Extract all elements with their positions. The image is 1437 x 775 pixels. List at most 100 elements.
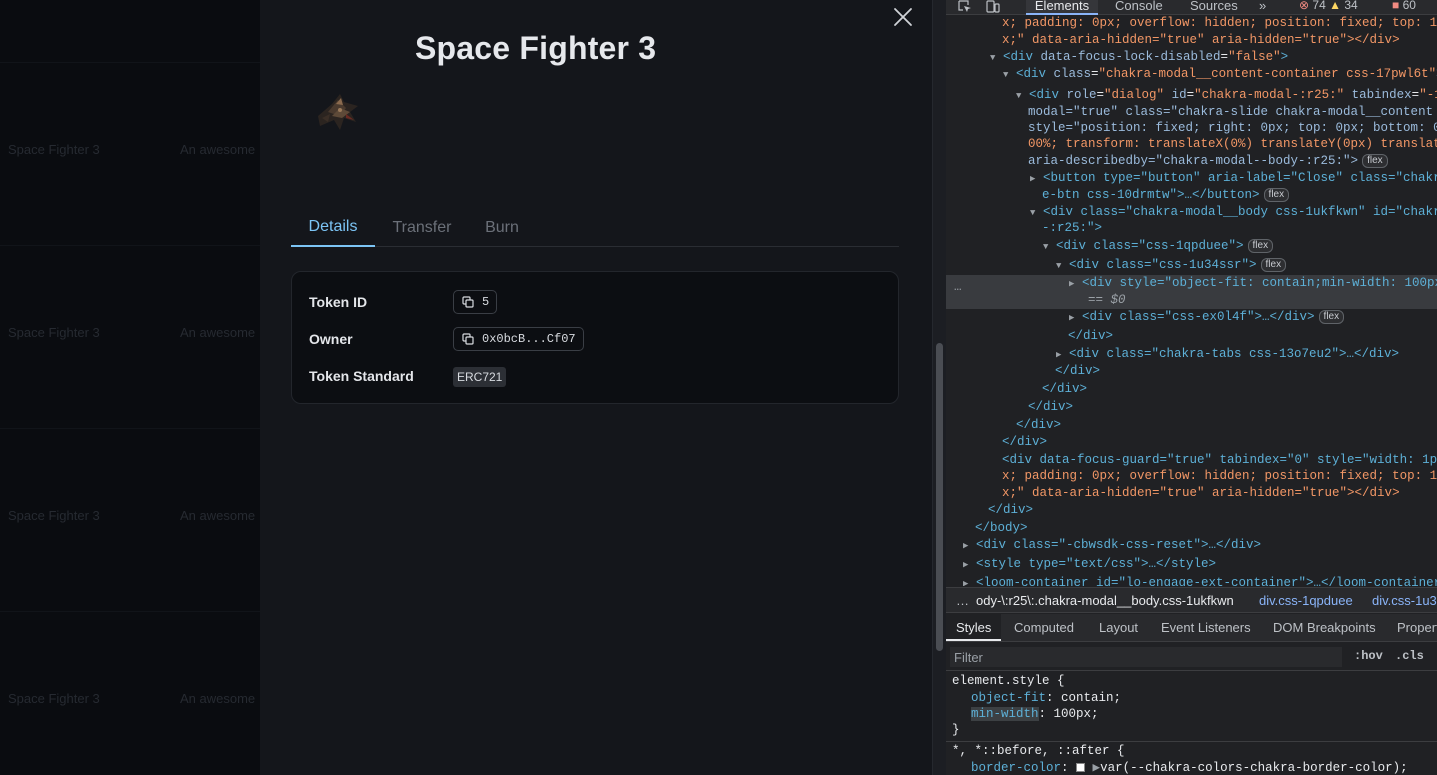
- tab-styles[interactable]: Styles: [946, 614, 1002, 641]
- dom-line[interactable]: aria-describedby="chakra-modal--body-:r2…: [1028, 153, 1388, 170]
- dom-line-selected[interactable]: ▶ <div style="object-fit: contain;min-wid…: [1069, 275, 1437, 293]
- token-id-value: 5: [482, 295, 490, 309]
- dom-line[interactable]: </div>: [1068, 329, 1113, 343]
- flex-badge: flex: [1318, 310, 1345, 324]
- hov-toggle[interactable]: :hov: [1354, 649, 1383, 663]
- dom-line[interactable]: 00%; transform: translateX(0%) translate…: [1028, 137, 1437, 151]
- dom-line[interactable]: ▼ <div class="chakra-modal__body css-1ukf…: [1030, 204, 1437, 222]
- dom-line[interactable]: ▼ <div class="css-1qpduee"> flex: [1043, 238, 1274, 256]
- devtools-panel: Elements Console Sources » ⊗ 74 ▲ 34 ■ 6…: [946, 0, 1437, 775]
- device-toggle-icon[interactable]: [986, 0, 1000, 13]
- dom-line[interactable]: modal="true" class="chakra-slide chakra-…: [1028, 105, 1437, 119]
- dom-line[interactable]: </div>: [1042, 382, 1087, 396]
- breadcrumb-overflow[interactable]: …: [956, 593, 969, 608]
- breadcrumb-item[interactable]: div.css-1u34ssr: [1372, 593, 1437, 608]
- devtools-error-count[interactable]: ⊗ 74 ▲ 34: [1299, 0, 1358, 12]
- dom-selected-marker: == $0: [1088, 293, 1126, 307]
- tab-dom-breakpoints[interactable]: DOM Breakpoints: [1273, 614, 1376, 641]
- dom-line[interactable]: style="position: fixed; right: 0px; top:…: [1028, 121, 1437, 135]
- tab-layout[interactable]: Layout: [1099, 614, 1138, 641]
- background-row-description: An awesome: [180, 691, 256, 706]
- background-row-description: An awesome: [180, 142, 256, 157]
- background-divider: [0, 611, 260, 612]
- style-declaration[interactable]: object-fit: contain;: [971, 690, 1121, 707]
- devtools-issue-count[interactable]: ■ 60: [1392, 0, 1416, 12]
- dom-line[interactable]: ▶ <div class="chakra-tabs css-13o7eu2">…<…: [1056, 346, 1399, 364]
- style-rule-selector: element.style {: [952, 674, 1065, 688]
- dom-line[interactable]: ▼ <div data-focus-lock-disabled="false">: [990, 49, 1288, 67]
- dom-line[interactable]: ▶ <div class="css-ex0l4f">…</div> flex: [1069, 309, 1345, 327]
- owner-value: 0x0bcB...Cf07: [482, 332, 576, 346]
- background-row-name: Space Fighter 3: [8, 691, 100, 706]
- styles-filter-input[interactable]: [950, 647, 1342, 667]
- dom-line[interactable]: ▼ <div class="chakra-modal__content-conta…: [1003, 66, 1437, 84]
- close-button[interactable]: [888, 2, 918, 32]
- cls-toggle[interactable]: .cls: [1395, 649, 1424, 663]
- owner-label: Owner: [309, 331, 353, 347]
- copy-token-id-button[interactable]: 5: [453, 290, 498, 314]
- token-id-label: Token ID: [309, 294, 368, 310]
- devtools-tab-elements[interactable]: Elements: [1026, 0, 1098, 15]
- nft-image: [310, 86, 366, 138]
- devtools-more-tabs[interactable]: »: [1259, 0, 1266, 13]
- tab-computed[interactable]: Computed: [1014, 614, 1074, 641]
- node-menu-dots[interactable]: …: [954, 279, 962, 296]
- style-declaration[interactable]: border-color: ▶var(--chakra-colors-chakr…: [971, 760, 1408, 775]
- background-app-overlay[interactable]: Space Fighter 3 An awesome Space Fighter …: [0, 0, 260, 775]
- flex-badge: flex: [1263, 188, 1290, 202]
- dom-line[interactable]: x;" data-aria-hidden="true" aria-hidden=…: [1002, 486, 1400, 500]
- color-swatch[interactable]: [1076, 763, 1086, 772]
- token-standard-badge: ERC721: [453, 367, 507, 387]
- issue-icon: ■: [1392, 0, 1400, 12]
- copy-owner-button[interactable]: 0x0bcB...Cf07: [453, 327, 584, 351]
- style-rule-close: }: [952, 723, 960, 737]
- style-declaration[interactable]: min-width: 100px;: [971, 706, 1099, 723]
- background-row-name: Space Fighter 3: [8, 325, 100, 340]
- flex-badge: flex: [1260, 258, 1287, 272]
- background-row: Space Fighter 3 An awesome: [8, 691, 255, 711]
- dom-line[interactable]: </div>: [1028, 400, 1073, 414]
- detail-tabs: Details Transfer Burn: [291, 208, 899, 247]
- tab-properties[interactable]: Properties: [1397, 614, 1437, 641]
- dom-line[interactable]: </div>: [1016, 418, 1061, 432]
- dom-line[interactable]: </div>: [988, 503, 1033, 517]
- background-row-name: Space Fighter 3: [8, 142, 100, 157]
- dom-line[interactable]: ▶ <div class="-cbwsdk-css-reset">…</div>: [963, 537, 1261, 555]
- modal-scrollbar[interactable]: [932, 0, 946, 775]
- inspect-element-icon[interactable]: [958, 0, 972, 13]
- breadcrumb-item[interactable]: ody-\:r25\:.chakra-modal__body.css-1ukfk…: [976, 593, 1234, 608]
- tab-details[interactable]: Details: [291, 208, 375, 247]
- devtools-tab-sources[interactable]: Sources: [1190, 0, 1238, 13]
- dom-line[interactable]: -:r25:">: [1042, 221, 1102, 235]
- tab-burn[interactable]: Burn: [471, 208, 533, 247]
- background-divider: [0, 428, 260, 429]
- style-rule-selector: *, *::before, ::after {: [952, 744, 1125, 758]
- dom-tree[interactable]: … x; padding: 0px; overflow: hidden; pos…: [946, 16, 1437, 586]
- dom-line[interactable]: x;" data-aria-hidden="true" aria-hidden=…: [1002, 33, 1400, 47]
- warning-count: 34: [1344, 0, 1358, 12]
- breadcrumb-item[interactable]: div.css-1qpduee: [1259, 593, 1353, 608]
- dom-line[interactable]: </body>: [975, 521, 1028, 535]
- devtools-toolbar: Elements Console Sources » ⊗ 74 ▲ 34 ■ 6…: [946, 0, 1437, 15]
- tab-event-listeners[interactable]: Event Listeners: [1161, 614, 1251, 641]
- dom-line[interactable]: x; padding: 0px; overflow: hidden; posit…: [1002, 16, 1437, 30]
- devtools-tab-console[interactable]: Console: [1115, 0, 1163, 13]
- dom-line[interactable]: x; padding: 0px; overflow: hidden; posit…: [1002, 469, 1437, 483]
- dom-line[interactable]: ▶ <button type="button" aria-label="Close…: [1030, 170, 1437, 188]
- dom-line[interactable]: e-btn css-10drmtw">…</button> flex: [1042, 187, 1290, 204]
- dom-line[interactable]: ▼ <div role="dialog" id="chakra-modal-:r2…: [1016, 87, 1437, 105]
- dom-line[interactable]: <div data-focus-guard="true" tabindex="0…: [1002, 453, 1437, 467]
- close-icon: [894, 8, 912, 26]
- dom-breadcrumb: … ody-\:r25\:.chakra-modal__body.css-1uk…: [946, 587, 1437, 613]
- expand-arrow-icon[interactable]: ▶: [1093, 761, 1101, 775]
- modal-title: Space Fighter 3: [415, 30, 657, 66]
- dom-line[interactable]: </div>: [1002, 435, 1047, 449]
- dom-line[interactable]: </div>: [1055, 364, 1100, 378]
- scrollbar-thumb[interactable]: [936, 343, 943, 651]
- tab-transfer[interactable]: Transfer: [379, 208, 465, 247]
- background-row: Space Fighter 3 An awesome: [8, 508, 255, 528]
- background-divider: [0, 245, 260, 246]
- dom-line[interactable]: ▶ <style type="text/css">…</style>: [963, 556, 1216, 574]
- dom-line[interactable]: ▶ <loom-container id="lo-engage-ext-conta…: [963, 575, 1437, 586]
- dom-line[interactable]: ▼ <div class="css-1u34ssr"> flex: [1056, 257, 1287, 275]
